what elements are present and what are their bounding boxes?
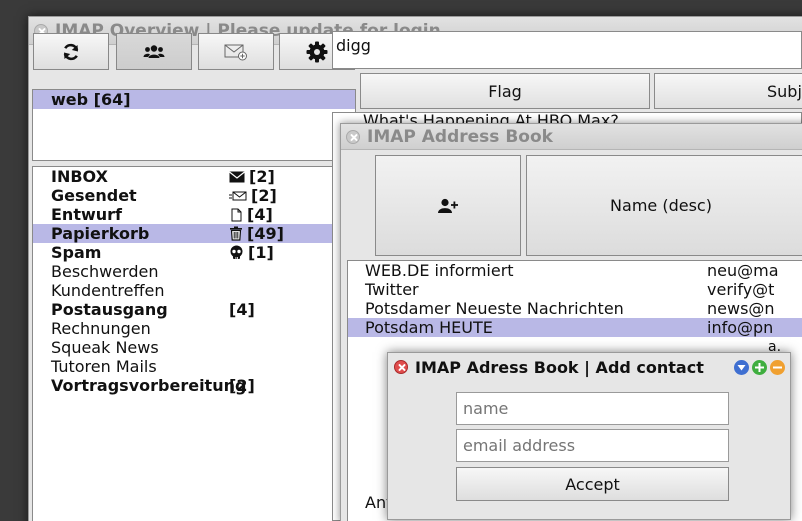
folder-badge: [4] (229, 205, 273, 224)
add-contact-button[interactable] (375, 155, 521, 256)
address-book-title: IMAP Address Book (367, 126, 553, 147)
name-sort-label: Name (desc) (610, 196, 712, 215)
folder-badge: [1] (229, 243, 274, 262)
contact-name: Potsdam HEUTE (365, 318, 493, 337)
folder-item[interactable]: Vortragsvorbereitung [2] (33, 376, 355, 395)
folder-item[interactable]: Spam [1] (33, 243, 355, 262)
folder-count: [4] (247, 205, 273, 224)
folder-item[interactable]: Entwurf [4] (33, 205, 355, 224)
folder-name: Spam (51, 243, 102, 262)
add-contact-icon (438, 198, 458, 213)
folder-item[interactable]: Postausgang [4] (33, 300, 355, 319)
close-icon[interactable] (394, 360, 408, 374)
folder-badge: [2] (229, 376, 255, 395)
minimize-icon[interactable] (770, 360, 785, 375)
folder-badge: [49] (229, 224, 284, 243)
folder-name: Tutoren Mails (51, 357, 157, 376)
folder-item[interactable]: INBOX [2] (33, 167, 355, 186)
collapse-icon[interactable] (734, 360, 749, 375)
users-icon (143, 44, 165, 58)
folder-item[interactable]: Kundentreffen (33, 281, 355, 300)
folder-badge: [2] (229, 186, 277, 205)
folder-item[interactable]: Squeak News (33, 338, 355, 357)
folder-item[interactable]: Beschwerden (33, 262, 355, 281)
contact-name: Potsdamer Neueste Nachrichten (365, 299, 624, 318)
folder-name: Gesendet (51, 186, 137, 205)
folder-item[interactable]: Papierkorb [49] (33, 224, 355, 243)
contact-name: Twitter (365, 280, 419, 299)
account-list: web [64] (32, 89, 356, 161)
contact-row[interactable]: Potsdam HEUTE info@pn (348, 318, 802, 337)
search-input[interactable]: digg (332, 31, 802, 69)
folder-count: [2] (249, 167, 275, 186)
folder-count: [4] (229, 300, 255, 319)
folder-item[interactable]: Rechnungen (33, 319, 355, 338)
folder-item[interactable]: Gesendet [2] (33, 186, 355, 205)
contact-email: info@pn (707, 318, 774, 337)
subject-column-header[interactable]: Subj (654, 73, 802, 109)
folder-name: Vortragsvorbereitung (51, 376, 247, 395)
folder-count: [2] (251, 186, 277, 205)
add-contact-title: IMAP Adress Book | Add contact (415, 357, 704, 377)
folder-name: Entwurf (51, 205, 122, 224)
gear-icon (306, 41, 328, 62)
folder-name: INBOX (51, 167, 108, 186)
draft-icon (229, 208, 245, 222)
compose-mail-icon (224, 44, 247, 60)
folder-count: [49] (247, 224, 284, 243)
trash-icon (229, 226, 245, 241)
refresh-icon (63, 43, 79, 60)
folder-name: Squeak News (51, 338, 159, 357)
skull-icon (229, 245, 246, 260)
refresh-button[interactable] (33, 33, 109, 70)
compose-button[interactable] (198, 33, 274, 70)
folder-name: Rechnungen (51, 319, 151, 338)
email-field[interactable] (456, 429, 729, 462)
add-contact-titlebar[interactable]: IMAP Adress Book | Add contact (388, 353, 790, 381)
close-icon[interactable] (346, 129, 360, 144)
folder-badge: [4] (229, 300, 255, 319)
sent-icon (229, 190, 249, 202)
folder-name: Papierkorb (51, 224, 150, 243)
envelope-icon (229, 171, 247, 183)
contact-email: news@n (707, 299, 775, 318)
contact-email: neu@ma (707, 261, 779, 280)
add-contact-dialog: IMAP Adress Book | Add contact Accept (387, 352, 791, 520)
folder-count: [1] (248, 243, 274, 262)
expand-icon[interactable] (752, 360, 767, 375)
folder-name: Kundentreffen (51, 281, 165, 300)
folder-name: Postausgang (51, 300, 168, 319)
name-sort-header[interactable]: Name (desc) (526, 155, 802, 256)
address-book-button[interactable] (116, 33, 192, 70)
contact-name: WEB.DE informiert (365, 261, 514, 280)
folder-badge: [2] (229, 167, 275, 186)
folder-count: [2] (229, 376, 255, 395)
contact-row[interactable]: Twitter verify@t (348, 280, 802, 299)
name-field[interactable] (456, 392, 729, 425)
flag-column-header[interactable]: Flag (360, 73, 650, 109)
folder-item[interactable]: Tutoren Mails (33, 357, 355, 376)
folder-list: INBOX [2] Gesendet [2] Entwurf [4] Papierkorb [… (32, 166, 356, 521)
account-item-web[interactable]: web [64] (33, 90, 355, 109)
contact-row[interactable]: WEB.DE informiert neu@ma (348, 261, 802, 280)
accept-button[interactable]: Accept (456, 467, 729, 501)
address-book-titlebar[interactable]: IMAP Address Book (341, 124, 802, 150)
contact-row[interactable]: Potsdamer Neueste Nachrichten news@n (348, 299, 802, 318)
contact-email: verify@t (707, 280, 775, 299)
folder-name: Beschwerden (51, 262, 159, 281)
